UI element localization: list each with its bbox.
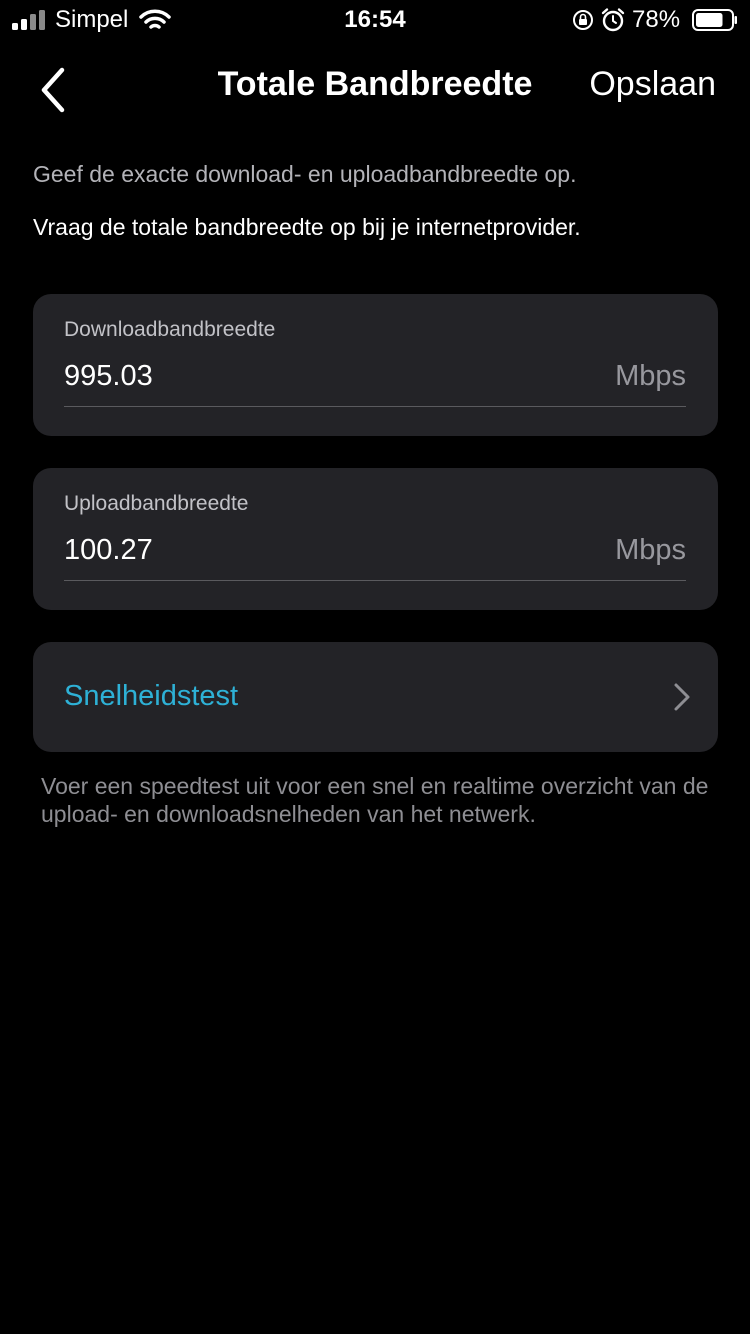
- battery-icon: [692, 9, 737, 31]
- input-underline: [64, 580, 686, 581]
- orientation-lock-icon: [573, 10, 593, 30]
- speedtest-label: Snelheidstest: [64, 680, 239, 712]
- battery-percent: 78%: [632, 6, 681, 33]
- upload-unit: Mbps: [615, 534, 686, 566]
- speedtest-row[interactable]: Snelheidstest: [33, 642, 718, 752]
- save-button[interactable]: Opslaan: [589, 65, 716, 104]
- download-bandwidth-label: Downloadbandbreedte: [64, 318, 276, 341]
- upload-bandwidth-input[interactable]: 100.27: [64, 534, 153, 567]
- instruction-text: Geef de exacte download- en uploadbandbr…: [33, 161, 577, 187]
- chevron-right-icon: [674, 683, 690, 711]
- speedtest-description: Voer een speedtest uit voor een snel en …: [41, 773, 709, 827]
- download-bandwidth-card: Downloadbandbreedte 995.03 Mbps: [33, 294, 718, 436]
- upload-bandwidth-label: Uploadbandbreedte: [64, 492, 249, 515]
- download-unit: Mbps: [615, 360, 686, 392]
- upload-bandwidth-card: Uploadbandbreedte 100.27 Mbps: [33, 468, 718, 610]
- input-underline: [64, 406, 686, 407]
- status-bar: Simpel 16:54 78%: [0, 0, 750, 40]
- download-bandwidth-input[interactable]: 995.03: [64, 360, 153, 393]
- navigation-bar: Totale Bandbreedte Opslaan: [0, 50, 750, 120]
- alarm-icon: [601, 8, 625, 32]
- provider-hint-text: Vraag de totale bandbreedte op bij je in…: [33, 214, 581, 240]
